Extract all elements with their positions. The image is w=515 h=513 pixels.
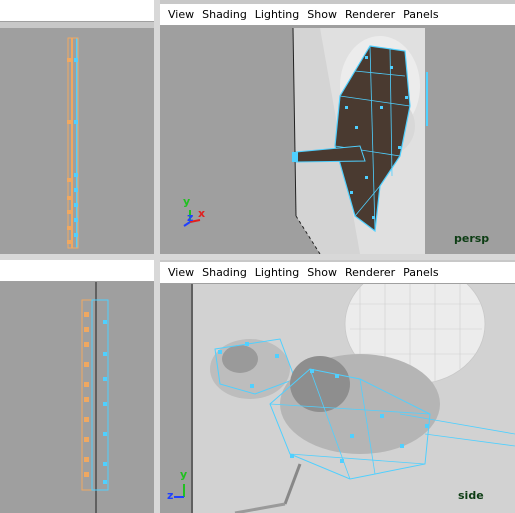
viewport-panel-bottom-left[interactable] xyxy=(0,260,154,513)
axis-y-label: y xyxy=(180,468,188,481)
panel-menubar-bottom-left xyxy=(0,260,154,282)
camera-label-persp: persp xyxy=(454,232,490,245)
menu-renderer[interactable]: Renderer xyxy=(341,8,399,21)
viewport-panel-persp[interactable]: View Shading Lighting Show Renderer Pane… xyxy=(160,4,515,254)
axis-y-label: y xyxy=(183,195,191,208)
camera-label-side: side xyxy=(458,489,484,502)
menu-shading[interactable]: Shading xyxy=(198,8,251,21)
viewport-canvas-persp[interactable]: y z x persp xyxy=(160,26,515,254)
menu-renderer[interactable]: Renderer xyxy=(341,266,399,279)
menu-panels[interactable]: Panels xyxy=(399,8,442,21)
menu-view[interactable]: View xyxy=(164,266,198,279)
viewport-canvas-top-left[interactable] xyxy=(0,28,154,254)
menu-view[interactable]: View xyxy=(164,8,198,21)
menu-lighting[interactable]: Lighting xyxy=(251,8,303,21)
viewport-panel-top-left[interactable] xyxy=(0,0,154,254)
wireframe-side xyxy=(160,284,515,513)
viewport-panel-side[interactable]: View Shading Lighting Show Renderer Pane… xyxy=(160,262,515,513)
panel-menubar-side: View Shading Lighting Show Renderer Pane… xyxy=(160,262,515,284)
menu-show[interactable]: Show xyxy=(303,8,341,21)
wireframe-persp xyxy=(183,27,515,254)
menu-show[interactable]: Show xyxy=(303,266,341,279)
panel-menubar-top-left xyxy=(0,0,154,22)
axis-x-label: x xyxy=(198,207,206,220)
wireframe-top-left xyxy=(67,37,79,249)
panel-menubar-persp: View Shading Lighting Show Renderer Pane… xyxy=(160,4,515,26)
panel-divider-horizontal[interactable] xyxy=(0,254,515,260)
viewport-canvas-bottom-left[interactable] xyxy=(0,282,154,513)
viewport-canvas-side[interactable]: y z side xyxy=(160,284,515,513)
axis-z-label: z xyxy=(187,211,194,224)
wireframe-bottom-left xyxy=(81,282,109,513)
menu-lighting[interactable]: Lighting xyxy=(251,266,303,279)
menu-panels[interactable]: Panels xyxy=(399,266,442,279)
menu-shading[interactable]: Shading xyxy=(198,266,251,279)
axis-z-label: z xyxy=(167,489,174,502)
